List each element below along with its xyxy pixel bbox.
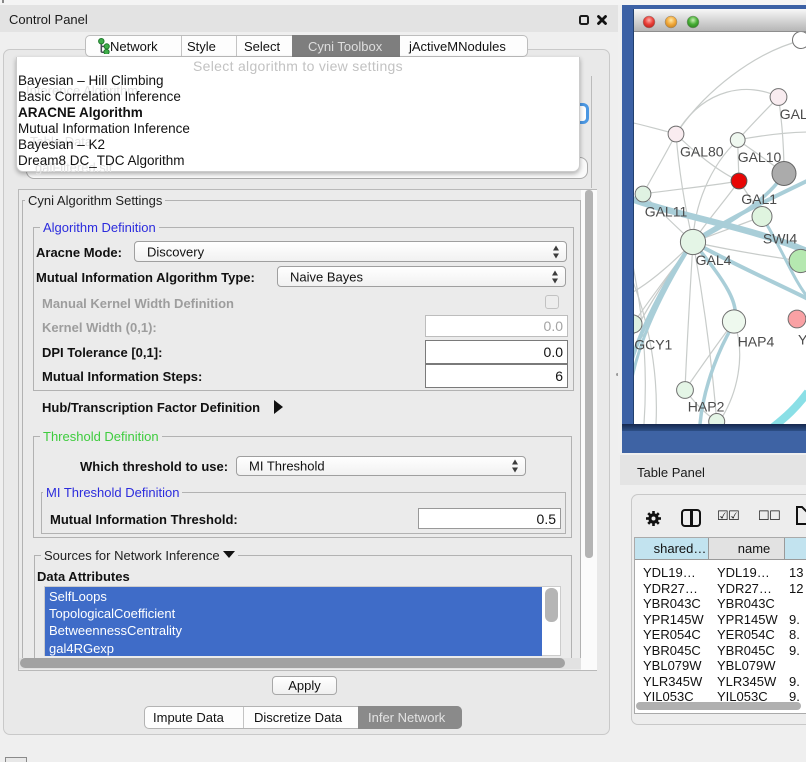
svg-text:GAL11: GAL11 (645, 204, 688, 220)
svg-text:GAL1: GAL1 (741, 191, 777, 207)
svg-text:HAP2: HAP2 (688, 399, 725, 415)
svg-text:GCY1: GCY1 (634, 337, 672, 353)
svg-text:GAL4: GAL4 (696, 252, 732, 268)
svg-text:GAL10: GAL10 (738, 149, 782, 165)
svg-text:Y: Y (798, 332, 806, 348)
svg-text:SWI4: SWI4 (763, 231, 797, 247)
svg-text:GAL: GAL (780, 106, 806, 122)
svg-text:HAP4: HAP4 (738, 334, 775, 350)
svg-text:GAL80: GAL80 (680, 144, 724, 160)
